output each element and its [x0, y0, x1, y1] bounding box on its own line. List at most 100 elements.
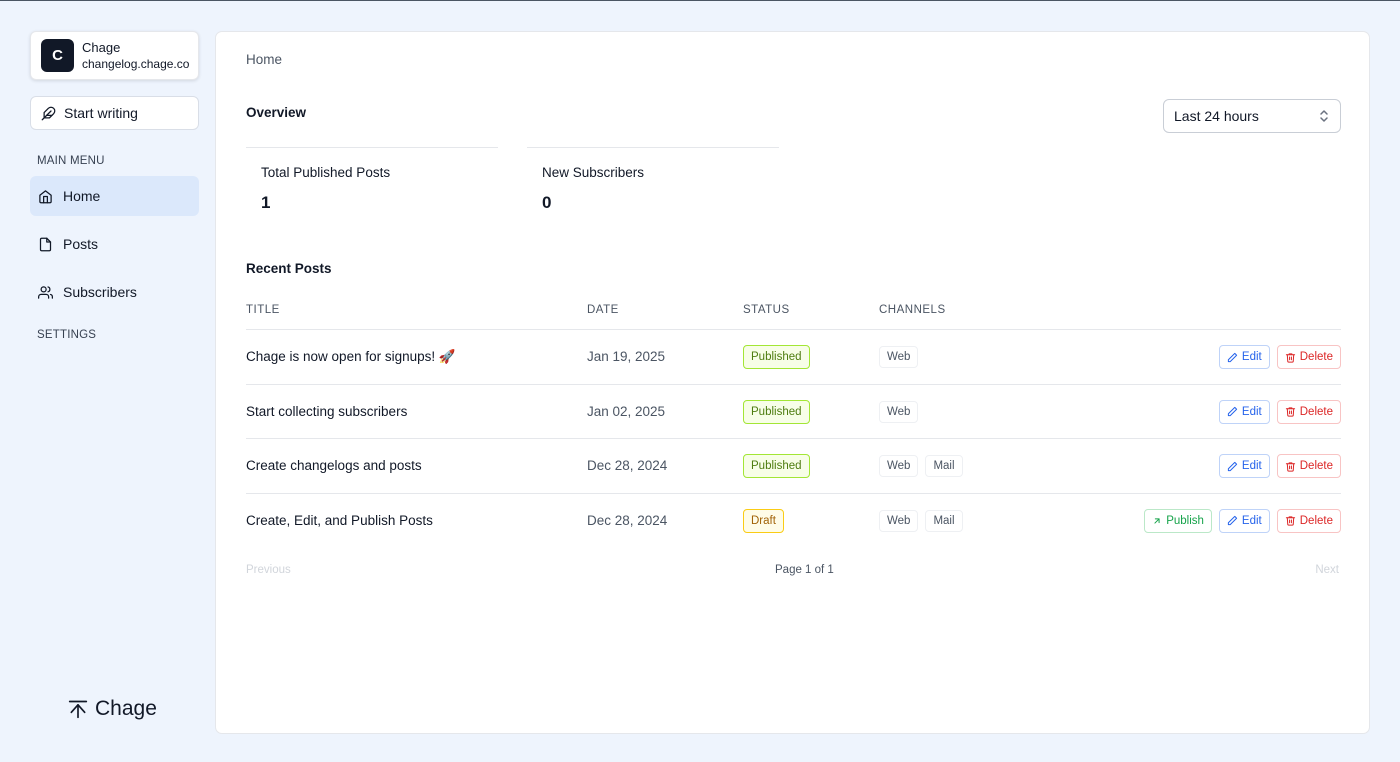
post-date: Jan 19, 2025	[587, 349, 666, 364]
delete-button[interactable]: Delete	[1276, 508, 1341, 533]
brand-logo: Chage	[68, 697, 157, 721]
recent-posts-title: Recent Posts	[246, 261, 332, 276]
delete-label: Delete	[1299, 460, 1333, 473]
post-title[interactable]: Chage is now open for signups! 🚀	[246, 349, 456, 365]
pencil-icon	[1227, 352, 1238, 362]
sidebar-item-label: Subscribers	[63, 284, 137, 300]
start-writing-button[interactable]: Start writing	[30, 96, 199, 130]
file-icon	[39, 237, 52, 251]
status-badge: Published	[743, 399, 810, 424]
channel-chip: Web	[879, 509, 919, 532]
channel-chip: Mail	[925, 509, 963, 532]
post-date: Dec 28, 2024	[587, 512, 668, 528]
edit-button[interactable]: Edit	[1218, 399, 1270, 424]
column-header-date: DATE	[587, 304, 619, 316]
channels-list: Web	[879, 346, 919, 368]
stat-label: Total Published Posts	[261, 165, 391, 180]
pencil-icon	[1227, 516, 1238, 526]
column-header-channels: CHANNELS	[879, 304, 946, 316]
pencil-icon	[1227, 406, 1238, 417]
delete-label: Delete	[1299, 514, 1333, 527]
edit-button[interactable]: Edit	[1218, 454, 1270, 479]
sidebar-item-posts[interactable]: Posts	[30, 224, 199, 264]
edit-label: Edit	[1241, 405, 1262, 418]
next-page-button[interactable]: Next	[1315, 564, 1339, 576]
arrow-up-right-icon	[1154, 518, 1160, 524]
feather-icon	[41, 106, 56, 120]
edit-label: Edit	[1241, 514, 1262, 527]
edit-button[interactable]: Edit	[1218, 508, 1270, 533]
channel-chip: Web	[879, 400, 919, 423]
previous-page-button[interactable]: Previous	[246, 564, 291, 576]
status-badge: Draft	[743, 508, 784, 533]
table-row: Start collecting subscribers Jan 02, 2025…	[246, 385, 1341, 440]
sidebar-item-label: Home	[63, 188, 101, 204]
column-header-title: TITLE	[246, 304, 280, 316]
table-row: Create changelogs and posts Dec 28, 2024 P…	[246, 439, 1341, 494]
breadcrumb: Home	[246, 52, 283, 67]
delete-label: Delete	[1299, 405, 1333, 418]
channels-list: Web	[879, 400, 919, 423]
channel-chip: Web	[879, 346, 919, 368]
start-writing-label: Start writing	[64, 105, 138, 121]
post-date: Jan 02, 2025	[587, 403, 666, 419]
channels-list: Web Mail	[879, 509, 963, 532]
sidebar-item-label: Posts	[63, 236, 99, 252]
stat-value: 0	[542, 193, 552, 212]
chage-logo-icon	[68, 700, 88, 719]
delete-button[interactable]: Delete	[1276, 399, 1341, 424]
edit-label: Edit	[1241, 460, 1262, 473]
row-actions: Edit Delete	[1218, 454, 1341, 479]
delete-label: Delete	[1299, 351, 1333, 363]
column-header-status: STATUS	[743, 304, 790, 316]
channels-list: Web Mail	[879, 455, 963, 478]
workspace-name: Chage	[82, 39, 121, 55]
trash-icon	[1285, 407, 1295, 417]
delete-button[interactable]: Delete	[1276, 454, 1341, 479]
post-date: Dec 28, 2024	[587, 458, 668, 474]
sidebar-item-home[interactable]: Home	[30, 176, 199, 216]
trash-icon	[1285, 516, 1295, 526]
status-badge: Published	[743, 345, 810, 369]
main-panel: Home Overview Last 24 hours Total Publis…	[215, 31, 1370, 734]
status-badge: Published	[743, 454, 810, 479]
row-actions: Edit Delete	[1218, 399, 1341, 424]
workspace-switcher[interactable]: C Chage changelog.chage.co	[30, 31, 199, 80]
main-menu-heading: MAIN MENU	[37, 155, 105, 167]
time-range-select[interactable]: Last 24 hours	[1163, 99, 1341, 133]
trash-icon	[1285, 352, 1295, 363]
edit-label: Edit	[1241, 351, 1262, 363]
page-indicator: Page 1 of 1	[775, 564, 834, 576]
post-title[interactable]: Create changelogs and posts	[246, 458, 422, 473]
post-title[interactable]: Create, Edit, and Publish Posts	[246, 513, 433, 528]
row-actions: Edit Delete	[1218, 345, 1341, 369]
settings-heading[interactable]: SETTINGS	[37, 329, 96, 341]
channel-chip: Web	[879, 455, 919, 478]
publish-button[interactable]: Publish	[1144, 508, 1212, 533]
chevron-up-down-icon	[1320, 110, 1328, 122]
workspace-avatar: C	[41, 39, 74, 72]
home-icon	[39, 189, 52, 203]
table-row: Create, Edit, and Publish Posts Dec 28, 2…	[246, 494, 1341, 549]
sidebar-item-subscribers[interactable]: Subscribers	[30, 272, 199, 312]
table-row: Chage is now open for signups! 🚀 Jan 19, …	[246, 330, 1341, 385]
delete-button[interactable]: Delete	[1276, 345, 1341, 369]
time-range-value: Last 24 hours	[1174, 108, 1259, 124]
users-icon	[38, 285, 53, 299]
table-header: TITLE DATE STATUS CHANNELS	[246, 294, 1341, 330]
overview-title: Overview	[246, 105, 307, 120]
trash-icon	[1285, 462, 1295, 472]
workspace-domain: changelog.chage.co	[82, 57, 190, 72]
publish-label: Publish	[1166, 514, 1204, 527]
edit-button[interactable]: Edit	[1218, 345, 1270, 369]
pencil-icon	[1227, 461, 1238, 471]
recent-posts-table: TITLE DATE STATUS CHANNELS Chage is now …	[246, 294, 1341, 548]
stat-value: 1	[261, 193, 271, 212]
stat-card-published-posts: Total Published Posts 1	[246, 147, 498, 217]
row-actions: Publish Edit Delete	[1144, 508, 1341, 533]
brand-name: Chage	[95, 697, 157, 720]
post-title[interactable]: Start collecting subscribers	[246, 404, 407, 419]
channel-chip: Mail	[925, 455, 963, 478]
sidebar: C Chage changelog.chage.co Start writing…	[30, 31, 200, 741]
stat-label: New Subscribers	[542, 165, 645, 180]
